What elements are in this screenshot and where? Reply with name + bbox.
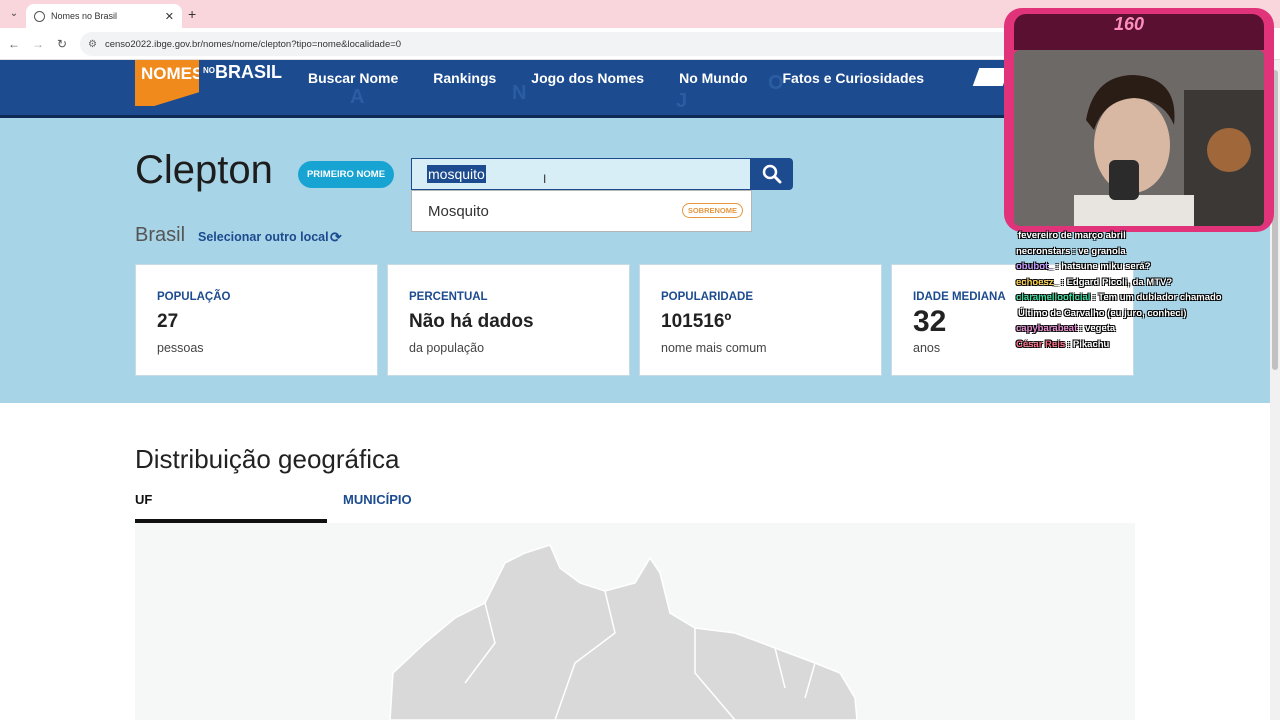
stat-label: POPULAÇÃO [157, 291, 231, 303]
name-type-badge: PRIMEIRO NOME [298, 161, 394, 188]
chat-user: necronstars [1016, 245, 1071, 257]
menu-buscar-nome[interactable]: Buscar Nome [308, 70, 398, 86]
chat-message: necronstars: ve granola [1016, 244, 1276, 260]
chat-user: César Reis [1016, 338, 1066, 350]
suggestion-item[interactable]: Mosquito [428, 203, 489, 220]
globe-icon [34, 10, 45, 22]
text-cursor-icon: I [543, 172, 547, 186]
stat-unit: da população [409, 341, 485, 355]
section-title: Distribuição geográfica [135, 444, 400, 474]
close-tab-icon[interactable]: ✕ [165, 10, 174, 23]
streamer-image [1014, 50, 1264, 226]
chat-message: capybarabeat: vegeta [1016, 321, 1276, 337]
logo-brasil: BRASIL [215, 62, 282, 82]
search-input-value: mosquito [427, 165, 486, 183]
chat-text: fevereiro de março abril [1018, 230, 1126, 241]
chat-user: echoesz_ [1016, 276, 1059, 288]
chat-text: : ve granola [1072, 245, 1126, 257]
chat-text: : vegeta [1079, 323, 1116, 334]
search-button[interactable] [751, 158, 793, 190]
stat-unit: pessoas [157, 341, 204, 355]
forward-icon[interactable]: → [30, 36, 46, 52]
chat-text: : hatsune miku será? [1055, 261, 1151, 272]
main-menu: Buscar Nome Rankings Jogo dos Nomes No M… [308, 70, 959, 86]
chat-message: fevereiro de março abril [1016, 228, 1276, 244]
suggestion-type-badge: SOBRENOME [681, 203, 743, 218]
search-icon [762, 164, 782, 184]
menu-jogo-dos-nomes[interactable]: Jogo dos Nomes [531, 70, 644, 86]
brazil-map[interactable] [135, 523, 1135, 720]
stat-unit: nome mais comum [661, 341, 767, 355]
url-field[interactable]: ⚙ censo2022.ibge.gov.br/nomes/nome/clept… [80, 32, 1020, 56]
stat-unit: anos [913, 341, 941, 355]
stat-label: PERCENTUAL [409, 291, 488, 303]
stat-card-percent: PERCENTUAL Não há dados da população [387, 264, 630, 376]
url-text: censo2022.ibge.gov.br/nomes/nome/clepton… [104, 38, 402, 50]
location-label: Brasil [135, 224, 186, 246]
chat-user: obubot_ [1016, 261, 1054, 272]
chat-message: obubot_: hatsune miku será? [1016, 259, 1276, 275]
menu-fatos-curiosidades[interactable]: Fatos e Curiosidades [783, 70, 925, 86]
bg-letter: A [350, 86, 365, 108]
site-info-icon[interactable]: ⚙ [88, 39, 97, 50]
webcam-overlay: 160 [1004, 8, 1274, 232]
chat-user: capybarabeat [1016, 323, 1078, 334]
chat-message: César Reis: Pikachu [1016, 337, 1276, 353]
tab-title: Nomes no Brasil [51, 11, 118, 21]
chat-message: claramellooficial: Tem um dublador chama… [1016, 290, 1276, 306]
viewer-count: 160 [1114, 14, 1145, 34]
chat-user: claramellooficial [1016, 292, 1091, 303]
webcam-feed [1014, 50, 1264, 226]
logo-nomes: NOMES [135, 60, 199, 106]
site-logo[interactable]: NOMES NO BRASIL [135, 60, 282, 106]
logo-no: NO [203, 66, 215, 75]
tab-uf[interactable]: UF [135, 492, 152, 507]
chat-message: Último de Carvalho (eu juro, conheci) [1016, 306, 1276, 322]
search-suggestions: Mosquito SOBRENOME [411, 190, 752, 232]
stat-card-popularity: POPULARIDADE 101516º nome mais comum [639, 264, 882, 376]
browser-tab[interactable]: Nomes no Brasil ✕ [26, 4, 182, 28]
bg-letter: J [676, 90, 688, 112]
map-shape [389, 544, 858, 720]
chat-message: echoesz_: Edgard Picoli, da MTV? [1016, 275, 1276, 291]
reload-icon[interactable]: ↻ [54, 36, 70, 52]
tab-municipio[interactable]: MUNICÍPIO [343, 492, 412, 507]
chat-text: : Pikachu [1067, 338, 1110, 350]
stat-label: POPULARIDADE [661, 291, 754, 303]
new-tab-icon[interactable]: + [188, 6, 196, 22]
change-location-link[interactable]: Selecionar outro local [198, 230, 329, 244]
chat-text: : Tem um dublador chamado [1092, 292, 1222, 303]
search-input[interactable]: mosquito [411, 158, 751, 190]
chat-text: Último de Carvalho (eu juro, conheci) [1018, 307, 1187, 319]
stream-chat: fevereiro de março abril necronstars: ve… [1016, 228, 1276, 352]
back-icon[interactable]: ← [6, 36, 22, 52]
page-title: Clepton [135, 148, 273, 192]
menu-no-mundo[interactable]: No Mundo [679, 70, 747, 86]
stat-value: Não há dados [409, 311, 534, 332]
tab-search-icon[interactable]: ⌄ [6, 6, 22, 22]
stat-value: 32 [913, 305, 947, 338]
chat-text: : Edgard Picoli, da MTV? [1060, 276, 1173, 288]
refresh-icon[interactable]: ⟳ [330, 229, 342, 246]
stat-value: 27 [157, 311, 179, 332]
menu-rankings[interactable]: Rankings [433, 70, 496, 86]
stat-value: 101516º [661, 311, 732, 332]
stat-label: IDADE MEDIANA [913, 291, 1006, 303]
stat-card-population: POPULAÇÃO 27 pessoas [135, 264, 378, 376]
